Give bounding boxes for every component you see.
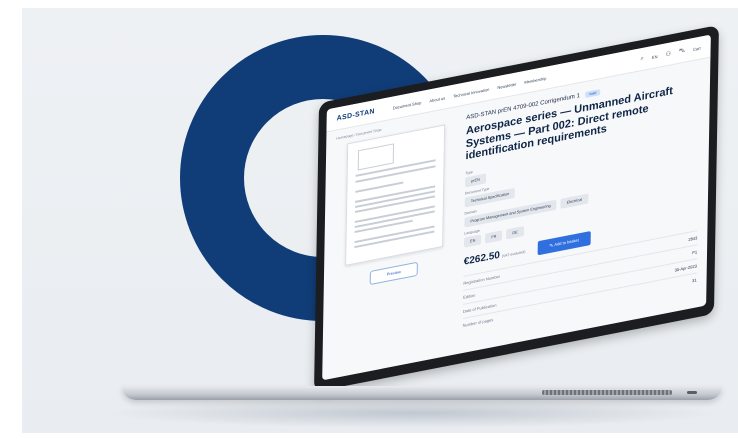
meta-value: 30-Apr-2023 xyxy=(674,262,697,273)
chip-type[interactable]: prEN xyxy=(465,172,486,188)
status-badge: Valid xyxy=(584,89,601,99)
user-icon[interactable]: ⚇ xyxy=(665,50,671,58)
language-selector[interactable]: EN xyxy=(652,53,658,59)
meta-label: Edition xyxy=(463,291,476,300)
nav-newsletter[interactable]: Newsletter xyxy=(497,81,516,90)
meta-value: P1 xyxy=(692,248,698,255)
meta-label: Number of pages xyxy=(462,316,494,328)
preview-column: Homepage / Document Shop Preview xyxy=(333,113,457,357)
price-note: (VAT excluded) xyxy=(501,249,526,259)
cart-label[interactable]: Cart xyxy=(693,45,701,51)
add-to-basket-label: Add to basket xyxy=(554,236,579,247)
chip-language-fr[interactable]: FR xyxy=(485,229,503,244)
document-thumbnail[interactable] xyxy=(345,124,446,266)
meta-value: 2843 xyxy=(688,234,698,242)
hero-background: ASD-STAN Document Shop About us Technica… xyxy=(22,8,738,433)
laptop-vent xyxy=(542,390,672,395)
price-value: €262.50 xyxy=(463,249,500,268)
thumb-line xyxy=(355,181,404,193)
cart-icon[interactable]: ⛍ xyxy=(679,47,685,56)
laptop-port xyxy=(687,391,697,394)
nav-about-us[interactable]: About us xyxy=(429,95,445,103)
details-column: ASD-STAN prEN 4709-002 Corrigendum 1 Val… xyxy=(462,66,701,332)
site-logo[interactable]: ASD-STAN xyxy=(337,108,375,122)
meta-value: 31 xyxy=(692,276,697,283)
nav-technical-innovation[interactable]: Technical Innovation xyxy=(453,86,489,98)
chip-language-de[interactable]: DE xyxy=(506,225,524,239)
nav-document-shop[interactable]: Document Shop xyxy=(393,99,422,110)
search-icon[interactable]: ⌕ xyxy=(641,55,644,63)
preview-button[interactable]: Preview xyxy=(369,261,418,286)
laptop-shadow xyxy=(102,398,722,428)
nav-membership[interactable]: Membership xyxy=(524,75,546,84)
thumb-logo-block xyxy=(357,143,395,171)
chip-language-en[interactable]: EN xyxy=(463,233,482,248)
